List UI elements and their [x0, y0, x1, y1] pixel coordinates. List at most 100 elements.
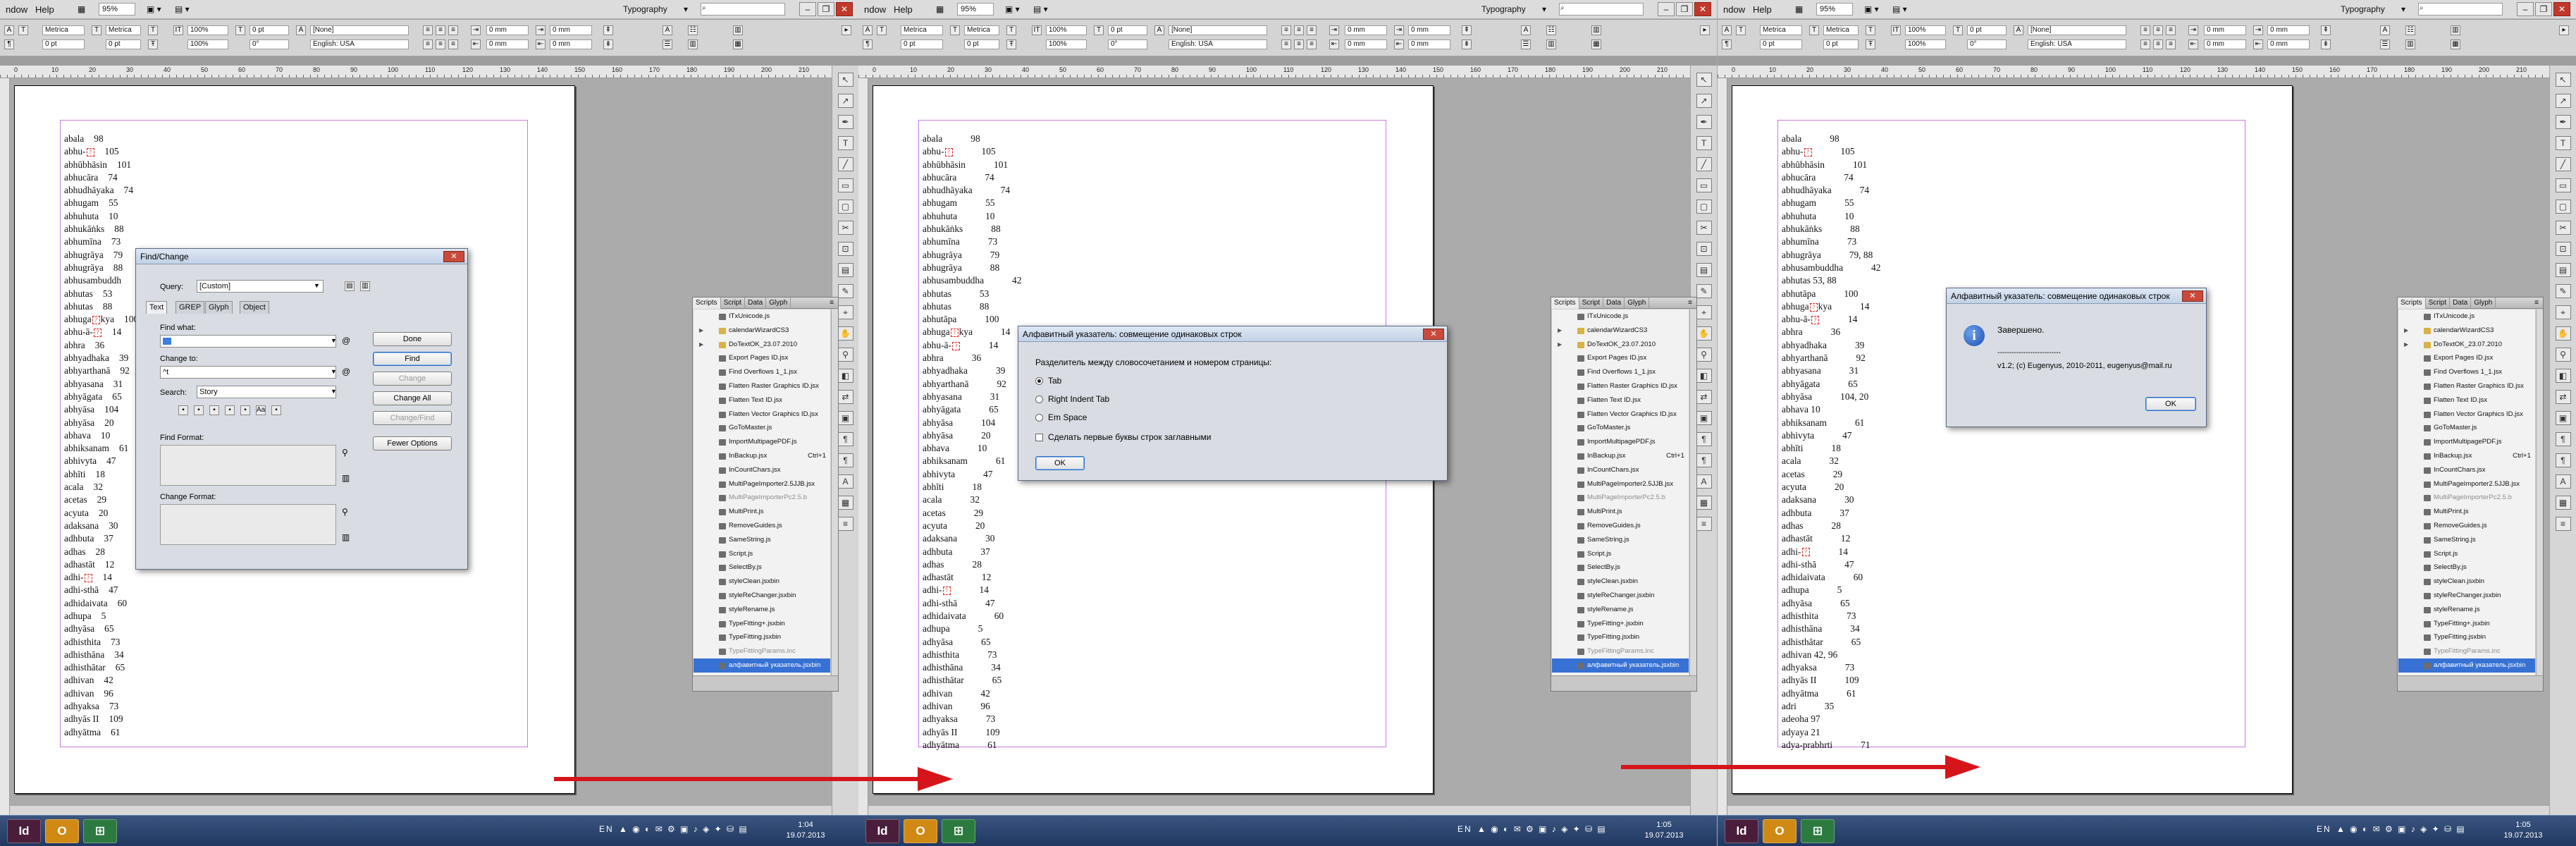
script-item[interactable]: styleClean.jsxbin [2398, 575, 2535, 589]
underline-icon[interactable]: T [1866, 25, 1875, 35]
align-left-icon[interactable]: ≡ [2140, 25, 2150, 35]
pen-tool-icon[interactable]: ✒ [1696, 115, 1712, 129]
gradient-tool-icon[interactable]: ▤ [1696, 263, 1712, 277]
align-left-icon[interactable]: ≡ [423, 25, 433, 35]
scissors-tool-icon[interactable]: ✂ [1696, 221, 1712, 235]
scripts-scrollbar[interactable] [2536, 309, 2543, 675]
script-item[interactable]: Find Overflows 1_1.jsx [694, 365, 830, 379]
tray-icons[interactable]: ▲ ◉ ◐ ✉ ⚙ ▣ ♪ ◈ ✦ ⛁ ▤ [2336, 824, 2466, 834]
separator-option-radio[interactable] [1035, 396, 1043, 403]
eyedropper-tool-icon[interactable]: ⌖ [2555, 305, 2571, 319]
script-item[interactable]: TypeFittingParams.inc [2398, 644, 2535, 658]
space-before-icon[interactable]: ⇞ [1462, 25, 1472, 35]
menu-window[interactable]: ndow [1723, 4, 1745, 15]
clear-find-format-icon[interactable]: ▥ [342, 473, 350, 483]
columns-icon[interactable]: ▥ [1591, 25, 1601, 35]
script-item[interactable]: ImportMultipagePDF.js [2398, 435, 2535, 449]
fill-stroke-icon[interactable]: ◧ [1696, 369, 1712, 383]
bullets-icon[interactable]: ☰ [2380, 39, 2390, 49]
view-options-icon[interactable]: ▣ ▾ [1864, 4, 1879, 14]
delete-query-icon[interactable]: ▥ [360, 281, 370, 291]
separator-option-radio[interactable] [1035, 414, 1043, 422]
script-item[interactable]: Export Pages ID.jsx [1552, 351, 1689, 365]
case-sensitive-icon[interactable]: Aa [256, 405, 266, 415]
pen-tool-icon[interactable]: ✒ [837, 115, 853, 129]
master-pages-icon[interactable]: ▪ [225, 405, 235, 415]
baseline-field[interactable]: 0 pt [1967, 25, 2007, 35]
script-item[interactable]: Flatten Raster Graphics ID.jsx [1552, 379, 1689, 393]
special-chars-icon[interactable]: @ [342, 367, 350, 376]
script-item[interactable]: ▶ calendarWizardCS3 [2398, 324, 2535, 338]
change-find-button[interactable]: Change/Find [373, 411, 452, 425]
last-indent-icon[interactable]: ⇤ [2253, 39, 2263, 49]
character-mode-icon[interactable]: A [863, 25, 873, 35]
script-item[interactable]: styleClean.jsxbin [694, 575, 830, 589]
outlook-taskbar-button[interactable]: O [904, 819, 937, 843]
expand-icon[interactable]: ▶ [1558, 338, 1562, 352]
specify-find-format-icon[interactable]: ⚲ [342, 448, 348, 458]
script-item[interactable]: Script.js [694, 547, 830, 561]
type-tool-icon[interactable]: T [1696, 136, 1712, 150]
ok-button[interactable]: OK [1035, 456, 1085, 470]
character-styles-icon[interactable]: A [837, 474, 853, 489]
outlook-taskbar-button[interactable]: O [45, 819, 79, 843]
script-item[interactable]: алфавитный указатель.jsxbin [694, 658, 830, 673]
panel-menu-icon[interactable]: ▸ [2559, 25, 2569, 35]
clear-change-format-icon[interactable]: ▥ [342, 532, 350, 542]
left-indent-field[interactable]: 0 mm [1345, 25, 1387, 35]
tab-grep[interactable]: GREP [175, 301, 205, 314]
rectangle-frame-icon[interactable]: ▭ [837, 178, 853, 192]
paragraph-mode-icon[interactable]: ¶ [1722, 39, 1732, 49]
space-after-icon[interactable]: ⇟ [2321, 39, 2331, 49]
skew-field[interactable]: 0° [1967, 39, 2007, 49]
script-item[interactable]: Script.js [1552, 547, 1689, 561]
expand-icon[interactable]: ▶ [2404, 338, 2408, 352]
script-item[interactable]: TypeFitting+.jsxbin [2398, 617, 2535, 631]
line-tool-icon[interactable]: ╱ [2555, 157, 2571, 171]
first-line-indent-field[interactable]: 0 mm [486, 39, 529, 49]
justify-last-icon[interactable]: ≡ [1294, 39, 1304, 49]
change-all-button[interactable]: Change All [373, 391, 452, 405]
scripts-panel-tab-3[interactable]: Data [745, 298, 767, 309]
script-item[interactable]: RemoveGuides.js [694, 519, 830, 533]
script-item[interactable]: ITxUnicode.js [2398, 309, 2535, 324]
script-item[interactable]: Find Overflows 1_1.jsx [1552, 365, 1689, 379]
justify-last-icon[interactable]: ≡ [2153, 39, 2163, 49]
line-tool-icon[interactable]: ╱ [837, 157, 853, 171]
rectangle-tool-icon[interactable]: ▢ [1696, 200, 1712, 214]
font-size-field[interactable]: Metrica [106, 25, 141, 35]
hand-tool-icon[interactable]: ✋ [2555, 326, 2571, 341]
space-after-icon[interactable]: ⇟ [603, 39, 613, 49]
script-item[interactable]: ▶ DoTextOK_23.07.2010 [2398, 338, 2535, 352]
script-item[interactable]: GoToMaster.js [1552, 421, 1689, 435]
baseline-field[interactable]: 0 pt [249, 25, 289, 35]
swatches-icon[interactable]: ▦ [1696, 496, 1712, 510]
justify-icon[interactable]: ≡ [1281, 39, 1291, 49]
note-tool-icon[interactable]: ✎ [1696, 284, 1712, 298]
free-transform-icon[interactable]: ⊡ [1696, 242, 1712, 256]
script-item[interactable]: styleReChanger.jsxbin [2398, 589, 2535, 603]
fill-stroke-icon[interactable]: ◧ [837, 369, 853, 383]
skew-field[interactable]: 0° [1108, 39, 1147, 49]
script-item[interactable]: styleReChanger.jsxbin [694, 589, 830, 603]
script-item[interactable]: алфавитный указатель.jsxbin [2398, 658, 2535, 673]
zoom-tool-icon[interactable]: ⚲ [837, 348, 853, 362]
kern-icon[interactable]: T [1094, 25, 1104, 35]
tab-text[interactable]: Text [146, 301, 168, 314]
story-editor-icon[interactable]: ¶ [2555, 432, 2571, 446]
vertical-scale-field[interactable]: 100% [1905, 39, 1946, 49]
workspace-switcher[interactable]: Typography [2341, 4, 2385, 14]
script-item[interactable]: TypeFittingParams.inc [694, 644, 830, 658]
first-indent-icon[interactable]: ⇤ [471, 39, 481, 49]
eyedropper-tool-icon[interactable]: ⌖ [837, 305, 853, 319]
script-item[interactable]: Flatten Raster Graphics ID.jsx [694, 379, 830, 393]
strike-icon[interactable]: Ŧ [148, 39, 158, 49]
panel-menu-icon[interactable]: ▸ [842, 25, 851, 35]
vertical-scale-field[interactable]: 100% [1046, 39, 1087, 49]
align-center-icon[interactable]: ≡ [1294, 25, 1304, 35]
scripts-panel-tab-1[interactable]: Scripts [1551, 298, 1579, 309]
zoom-icon[interactable]: ▦ [936, 4, 944, 14]
language-indicator[interactable]: EN [599, 824, 614, 834]
scripts-panel-tab-2[interactable]: Script [721, 298, 746, 309]
numbering-icon[interactable]: ☷ [2405, 25, 2415, 35]
